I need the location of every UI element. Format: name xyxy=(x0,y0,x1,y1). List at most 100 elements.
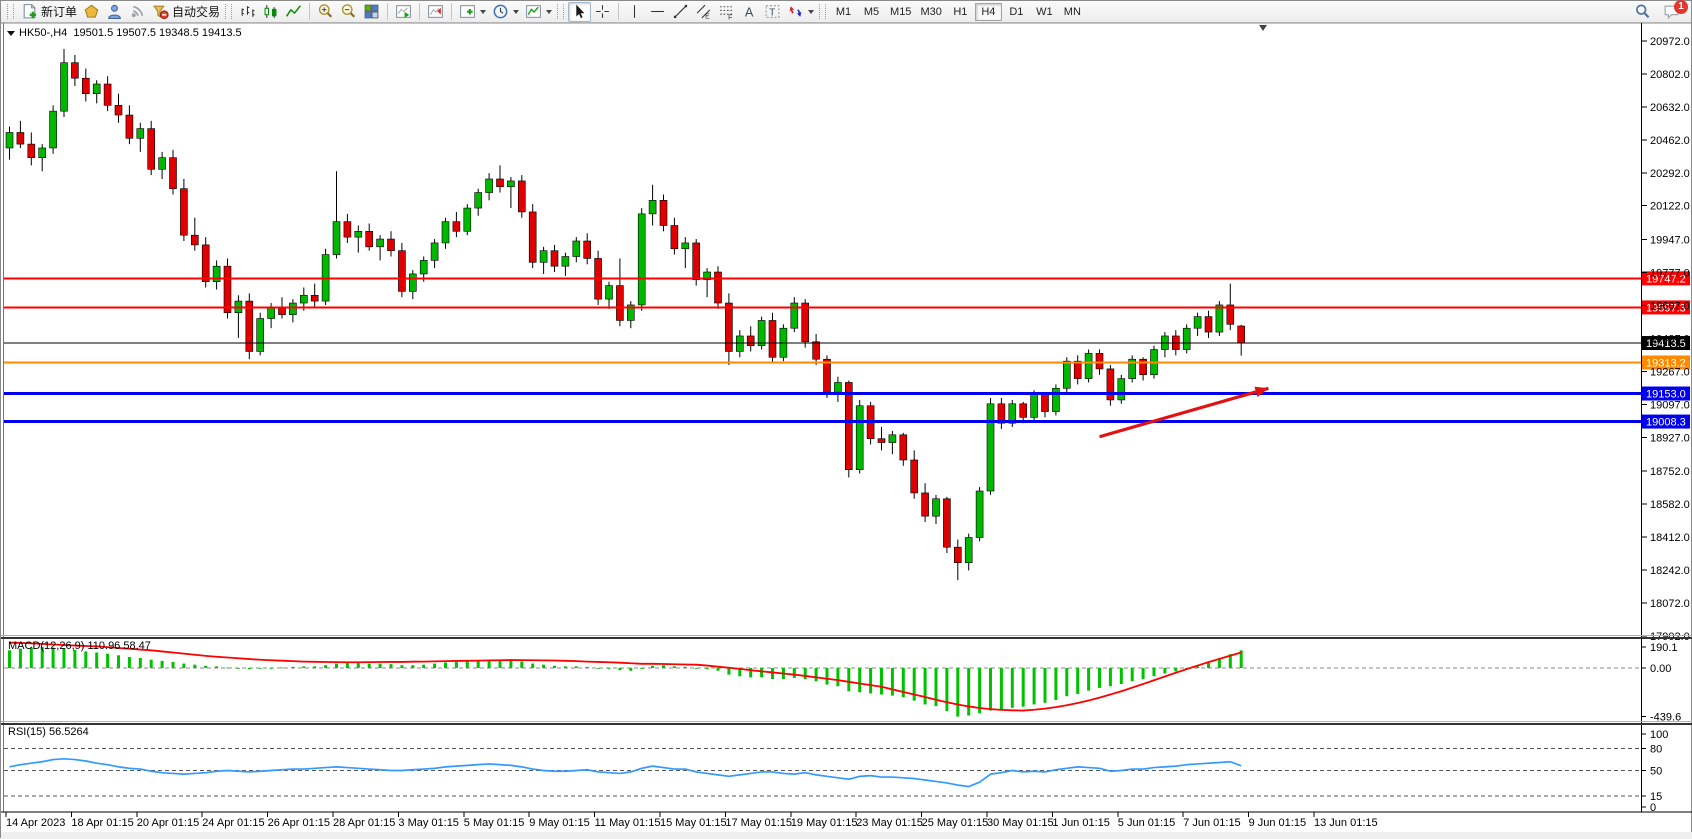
candle xyxy=(889,435,896,443)
timeframe-button-D1[interactable]: D1 xyxy=(1003,3,1030,21)
templates-icon xyxy=(525,3,542,20)
toolbar-grip[interactable] xyxy=(819,4,826,19)
timeframe-button-M15[interactable]: M15 xyxy=(886,3,915,21)
macd-bar xyxy=(826,668,829,685)
symbol-dropdown-icon[interactable] xyxy=(7,31,15,36)
macd-bar xyxy=(215,666,218,668)
chart-canvas[interactable]: 190.10.00-439.6100805015014 Apr 202318 A… xyxy=(1,1,1692,839)
autotrading-button[interactable]: 自动交易 xyxy=(149,2,223,22)
chart-shift-marker[interactable] xyxy=(1259,25,1267,31)
macd-bar xyxy=(204,666,207,668)
bar-chart-icon xyxy=(239,3,256,20)
candle xyxy=(507,181,514,187)
candle xyxy=(137,129,144,139)
svg-text:18927.0: 18927.0 xyxy=(1650,432,1690,444)
new-order-button[interactable]: 新订单 xyxy=(18,2,80,22)
candle xyxy=(1118,379,1125,400)
profile-button[interactable] xyxy=(103,2,126,22)
chart-title[interactable]: HK50-,H4 19501.5 19507.5 19348.5 19413.5 xyxy=(7,27,242,39)
timeframe-button-W1[interactable]: W1 xyxy=(1031,3,1058,21)
macd-bar xyxy=(662,665,665,668)
cursor-button[interactable] xyxy=(568,2,591,22)
candle xyxy=(529,212,536,262)
horizontal-line-button[interactable] xyxy=(646,2,669,22)
timeframe-button-MN[interactable]: MN xyxy=(1059,3,1086,21)
timeframe-button-H1[interactable]: H1 xyxy=(947,3,974,21)
svg-text:18582.0: 18582.0 xyxy=(1650,499,1690,511)
templates-button[interactable] xyxy=(522,2,555,22)
macd-bar xyxy=(161,661,164,668)
svg-text:T: T xyxy=(769,8,775,19)
candle xyxy=(333,222,340,255)
candlestick-chart-button[interactable] xyxy=(259,2,282,22)
timeframe-button-H4[interactable]: H4 xyxy=(975,3,1002,21)
candle xyxy=(1063,361,1070,388)
market-icon xyxy=(83,3,100,20)
periods-button[interactable] xyxy=(489,2,522,22)
equidistant-channel-icon: E xyxy=(695,3,712,20)
price-scale[interactable]: 19747.219597.319413.519313.219153.019008… xyxy=(1641,36,1690,643)
toolbar-grip[interactable] xyxy=(7,4,14,19)
zoom-in-button[interactable] xyxy=(314,2,337,22)
candle xyxy=(115,105,122,115)
market-button[interactable] xyxy=(80,2,103,22)
candle xyxy=(878,439,885,443)
candle xyxy=(943,499,950,547)
candle xyxy=(82,78,89,94)
candle xyxy=(540,251,547,263)
time-scale[interactable]: 14 Apr 202318 Apr 01:1520 Apr 01:1524 Ap… xyxy=(6,812,1378,829)
tile-windows-button[interactable] xyxy=(360,2,383,22)
text-label-button[interactable]: T xyxy=(761,2,784,22)
indicators-button[interactable] xyxy=(456,2,489,22)
chart-shift-button[interactable] xyxy=(424,2,447,22)
text-button[interactable]: A xyxy=(738,2,761,22)
macd-bar xyxy=(139,658,142,668)
svg-text:19947.0: 19947.0 xyxy=(1650,235,1690,247)
equidistant-channel-button[interactable]: E xyxy=(692,2,715,22)
candle xyxy=(475,193,482,209)
svg-text:14 Apr 2023: 14 Apr 2023 xyxy=(6,817,65,829)
timeframes-group: M1M5M15M30H1H4D1W1MN xyxy=(830,3,1086,21)
macd-layer: 190.10.00-439.6 xyxy=(4,642,1681,724)
toolbar-grip[interactable] xyxy=(557,4,564,19)
fibonacci-button[interactable]: F xyxy=(715,2,738,22)
chat-button[interactable]: 1 xyxy=(1660,2,1683,22)
svg-text:19 May 01:15: 19 May 01:15 xyxy=(791,817,858,829)
candle xyxy=(802,303,809,342)
arrows-button[interactable] xyxy=(784,2,817,22)
crosshair-button[interactable] xyxy=(591,2,614,22)
signals-button[interactable] xyxy=(126,2,149,22)
svg-text:20122.0: 20122.0 xyxy=(1650,201,1690,213)
timeframe-button-M1[interactable]: M1 xyxy=(830,3,857,21)
candle xyxy=(758,320,765,345)
line-chart-button[interactable] xyxy=(282,2,305,22)
candle xyxy=(300,295,307,303)
zoom-out-button[interactable] xyxy=(337,2,360,22)
macd-bar xyxy=(869,668,872,693)
trendline-button[interactable] xyxy=(669,2,692,22)
macd-label: MACD(12,26,9) 110.96 58.47 xyxy=(8,640,151,652)
candle xyxy=(159,158,166,170)
svg-text:13 Jun 01:15: 13 Jun 01:15 xyxy=(1314,817,1378,829)
timeframe-button-M30[interactable]: M30 xyxy=(916,3,945,21)
bar-chart-button[interactable] xyxy=(236,2,259,22)
search-button[interactable] xyxy=(1631,2,1654,22)
vertical-line-button[interactable] xyxy=(623,2,646,22)
svg-text:F: F xyxy=(728,14,732,20)
svg-text:1 Jun 01:15: 1 Jun 01:15 xyxy=(1052,817,1110,829)
auto-scroll-button[interactable] xyxy=(392,2,415,22)
macd-bar xyxy=(706,668,709,669)
candle xyxy=(584,241,591,258)
macd-bar xyxy=(291,667,294,668)
toolbar-grip[interactable] xyxy=(225,4,232,19)
svg-text:19008.3: 19008.3 xyxy=(1646,417,1686,429)
macd-bar xyxy=(84,651,87,668)
candle xyxy=(28,144,35,158)
candle xyxy=(845,382,852,469)
macd-bar xyxy=(1207,663,1210,668)
macd-bar xyxy=(727,668,730,675)
signals-icon xyxy=(129,3,146,20)
macd-bar xyxy=(1054,668,1057,700)
svg-text:A: A xyxy=(745,4,754,19)
timeframe-button-M5[interactable]: M5 xyxy=(858,3,885,21)
